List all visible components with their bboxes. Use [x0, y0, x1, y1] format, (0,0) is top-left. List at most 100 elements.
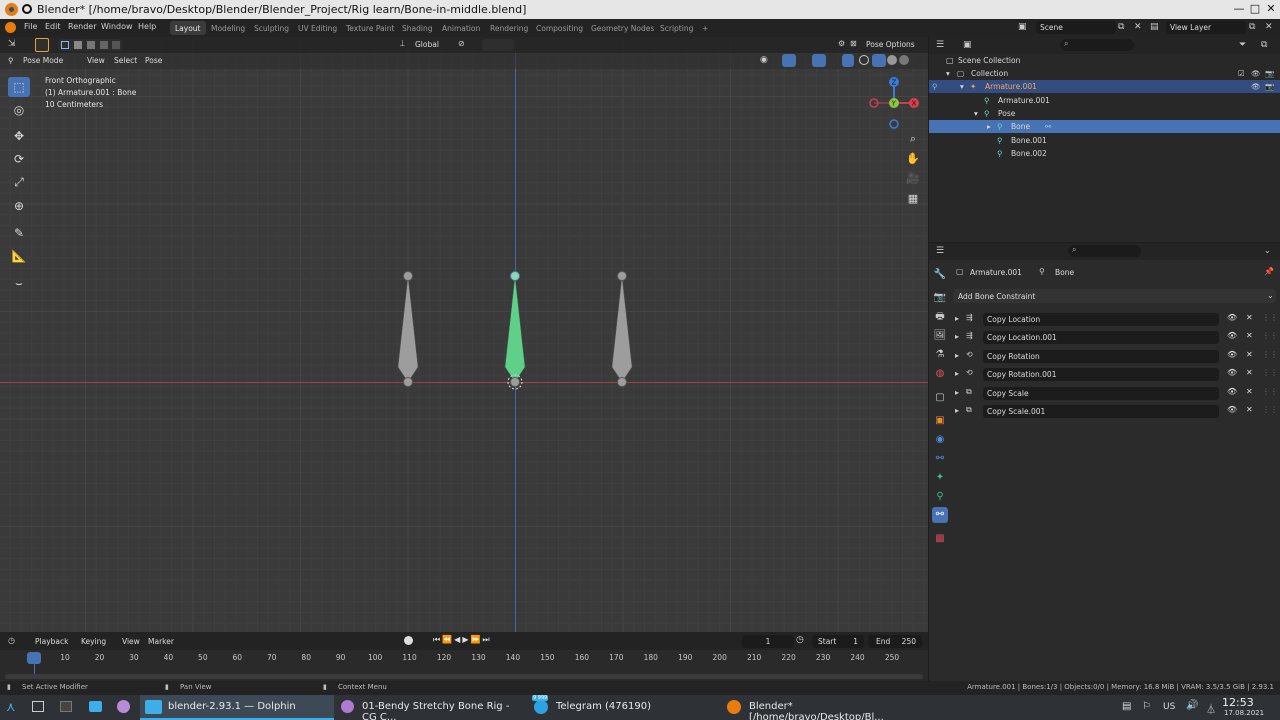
drag-handle-icon[interactable]: ⋮⋮ [1262, 368, 1278, 377]
bone-002[interactable] [611, 271, 633, 387]
expand-arrow-icon[interactable]: ▾ [960, 82, 964, 91]
new-collection-icon[interactable]: ⧉ [1261, 40, 1267, 50]
properties-search-input[interactable]: ⌕ [1068, 245, 1141, 257]
timeline-scrollbar[interactable] [5, 674, 923, 679]
network-icon[interactable]: ⏃ [1206, 701, 1216, 716]
window-pin-icon[interactable] [22, 4, 32, 14]
outliner-row-armature[interactable]: ⚲ ▾ ✦ Armature.001 👁 📷 [929, 80, 1280, 93]
constraint-copy-rotation[interactable]: ▸ ⟲ Copy Rotation 👁 ✕ ⋮⋮ [949, 348, 1278, 365]
eye-icon[interactable]: 👁 [1227, 331, 1237, 340]
eye-icon[interactable]: 👁 [1227, 368, 1237, 377]
constraint-name-field[interactable]: Copy Rotation.001 [983, 368, 1219, 381]
task-dolphin[interactable]: blender-2.93.1 — Dolphin [140, 695, 334, 720]
constraint-copy-scale[interactable]: ▸ ⧉ Copy Scale 👁 ✕ ⋮⋮ [949, 385, 1278, 402]
expand-arrow-icon[interactable]: ▸ [955, 332, 959, 341]
delete-view-layer-icon[interactable]: ✕ [1265, 22, 1273, 32]
tab-object-icon[interactable]: ▣ [932, 413, 948, 429]
outliner-row-scene-collection[interactable]: ▢ Scene Collection [929, 54, 1280, 67]
pin-icon[interactable]: 📌 [1264, 267, 1274, 276]
app-launcher-icon[interactable]: ⋏ [6, 700, 16, 715]
eye-icon[interactable]: 👁 [1227, 313, 1237, 322]
properties-editor-type-icon[interactable]: ☰ [936, 246, 944, 256]
tab-scripting[interactable]: Scripting [655, 21, 698, 35]
keyboard-layout[interactable]: US [1163, 702, 1175, 712]
scene-browse-icon[interactable]: ▣ [1018, 22, 1036, 34]
tab-view-layer-icon[interactable]: 🖼 [932, 328, 948, 344]
clipboard-icon[interactable]: ▤ [1122, 701, 1131, 712]
tab-sculpting[interactable]: Sculpting [249, 21, 294, 35]
tab-render-icon[interactable]: 📷 [932, 290, 948, 306]
browser-icon[interactable] [117, 700, 130, 713]
notifications-icon[interactable]: ⚐ [1142, 701, 1151, 712]
new-scene-icon[interactable]: ⧉ [1118, 22, 1124, 32]
tab-bone-constraint-icon[interactable]: ⚯ [932, 507, 948, 523]
tab-output-icon[interactable]: 🖶 [932, 309, 948, 325]
constraint-copy-location[interactable]: ▸ ⇶ Copy Location 👁 ✕ ⋮⋮ [949, 311, 1278, 328]
constraint-name-field[interactable]: Copy Scale [983, 387, 1219, 400]
tab-animation[interactable]: Animation [437, 21, 485, 35]
tab-compositing[interactable]: Compositing [531, 21, 588, 35]
outliner-row-bone[interactable]: ▸ ⚲ Bone ⚯ [929, 120, 1280, 133]
tab-scene-icon[interactable]: ⚗ [932, 347, 948, 363]
scene-field[interactable]: Scene [1036, 21, 1116, 34]
bone-001[interactable] [397, 271, 419, 387]
tab-modeling[interactable]: Modeling [206, 21, 250, 35]
outliner-row-bone-002[interactable]: ⚲ Bone.002 [929, 147, 1280, 160]
eye-icon[interactable]: 👁 [1227, 405, 1237, 414]
chevron-down-icon[interactable]: ⌄ [1264, 246, 1271, 255]
task-blender[interactable]: Blender* [/home/bravo/Desktop/Bl... [721, 695, 914, 720]
constraint-name-field[interactable]: Copy Location.001 [983, 331, 1219, 344]
eye-icon[interactable]: 👁 [1251, 82, 1261, 91]
add-workspace-button[interactable]: + [697, 21, 713, 35]
delete-scene-icon[interactable]: ✕ [1134, 22, 1142, 32]
menu-render[interactable]: Render [68, 22, 96, 31]
tab-texture-icon[interactable]: ▩ [932, 531, 948, 547]
expand-arrow-icon[interactable]: ▸ [955, 388, 959, 397]
outliner-editor-type-icon[interactable]: ☰ [936, 40, 944, 50]
close-button[interactable]: ✕ [1264, 2, 1278, 15]
eye-icon[interactable]: 👁 [1227, 350, 1237, 359]
view-layer-browse-icon[interactable]: ▤ [1150, 22, 1159, 32]
close-icon[interactable]: ✕ [1246, 368, 1253, 377]
outliner-row-collection[interactable]: ▾ ▢ Collection ☑ 👁 📷 [929, 67, 1280, 80]
drag-handle-icon[interactable]: ⋮⋮ [1262, 387, 1278, 396]
tab-world-icon[interactable]: ◍ [932, 366, 948, 382]
menu-edit[interactable]: Edit [45, 22, 61, 31]
blender-menu-icon[interactable] [5, 22, 16, 33]
constraint-copy-scale-001[interactable]: ▸ ⧉ Copy Scale.001 👁 ✕ ⋮⋮ [949, 403, 1278, 420]
tab-collection-icon[interactable]: ▢ [932, 390, 948, 406]
filter-icon[interactable]: ⏷ [1239, 40, 1246, 50]
close-icon[interactable]: ✕ [1246, 313, 1253, 322]
new-view-layer-icon[interactable]: ⧉ [1249, 22, 1255, 32]
maximize-button[interactable]: □ [1248, 2, 1262, 15]
checkbox-icon[interactable]: ☑ [1238, 69, 1245, 78]
tab-geometry-nodes[interactable]: Geometry Nodes [586, 21, 659, 35]
playhead[interactable] [27, 652, 41, 664]
drag-handle-icon[interactable]: ⋮⋮ [1262, 350, 1278, 359]
tab-layout[interactable]: Layout [170, 21, 206, 35]
expand-arrow-icon[interactable]: ▸ [955, 314, 959, 323]
outliner-row-pose[interactable]: ▾ ⚲ Pose [929, 107, 1280, 120]
tab-object-constraint-icon[interactable]: ⚯ [932, 451, 948, 467]
file-manager-icon[interactable] [89, 701, 102, 712]
terminal-icon[interactable] [60, 701, 72, 712]
close-icon[interactable]: ✕ [1246, 405, 1253, 414]
menu-help[interactable]: Help [138, 22, 156, 31]
task-browser[interactable]: 01-Bendy Stretchy Bone Rig - CG C... [335, 695, 527, 720]
display-mode-icon[interactable]: ▣ [963, 40, 972, 50]
minimize-button[interactable]: — [1232, 2, 1246, 15]
expand-arrow-icon[interactable]: ▸ [955, 406, 959, 415]
constraint-name-field[interactable]: Copy Scale.001 [983, 405, 1219, 418]
tab-bone-icon[interactable]: ⚲ [932, 489, 948, 505]
constraint-copy-rotation-001[interactable]: ▸ ⟲ Copy Rotation.001 👁 ✕ ⋮⋮ [949, 366, 1278, 383]
camera-icon[interactable]: 📷 [1265, 82, 1274, 91]
outliner-search-input[interactable]: ⌕ [1060, 39, 1134, 51]
constraint-name-field[interactable]: Copy Rotation [983, 350, 1219, 363]
clock-time[interactable]: 12:53 [1222, 696, 1254, 709]
close-icon[interactable]: ✕ [1246, 331, 1253, 340]
close-icon[interactable]: ✕ [1246, 350, 1253, 359]
outliner-row-bone-001[interactable]: ⚲ Bone.001 [929, 134, 1280, 147]
drag-handle-icon[interactable]: ⋮⋮ [1262, 405, 1278, 414]
expand-arrow-icon[interactable]: ▸ [955, 351, 959, 360]
menu-window[interactable]: Window [101, 22, 133, 31]
